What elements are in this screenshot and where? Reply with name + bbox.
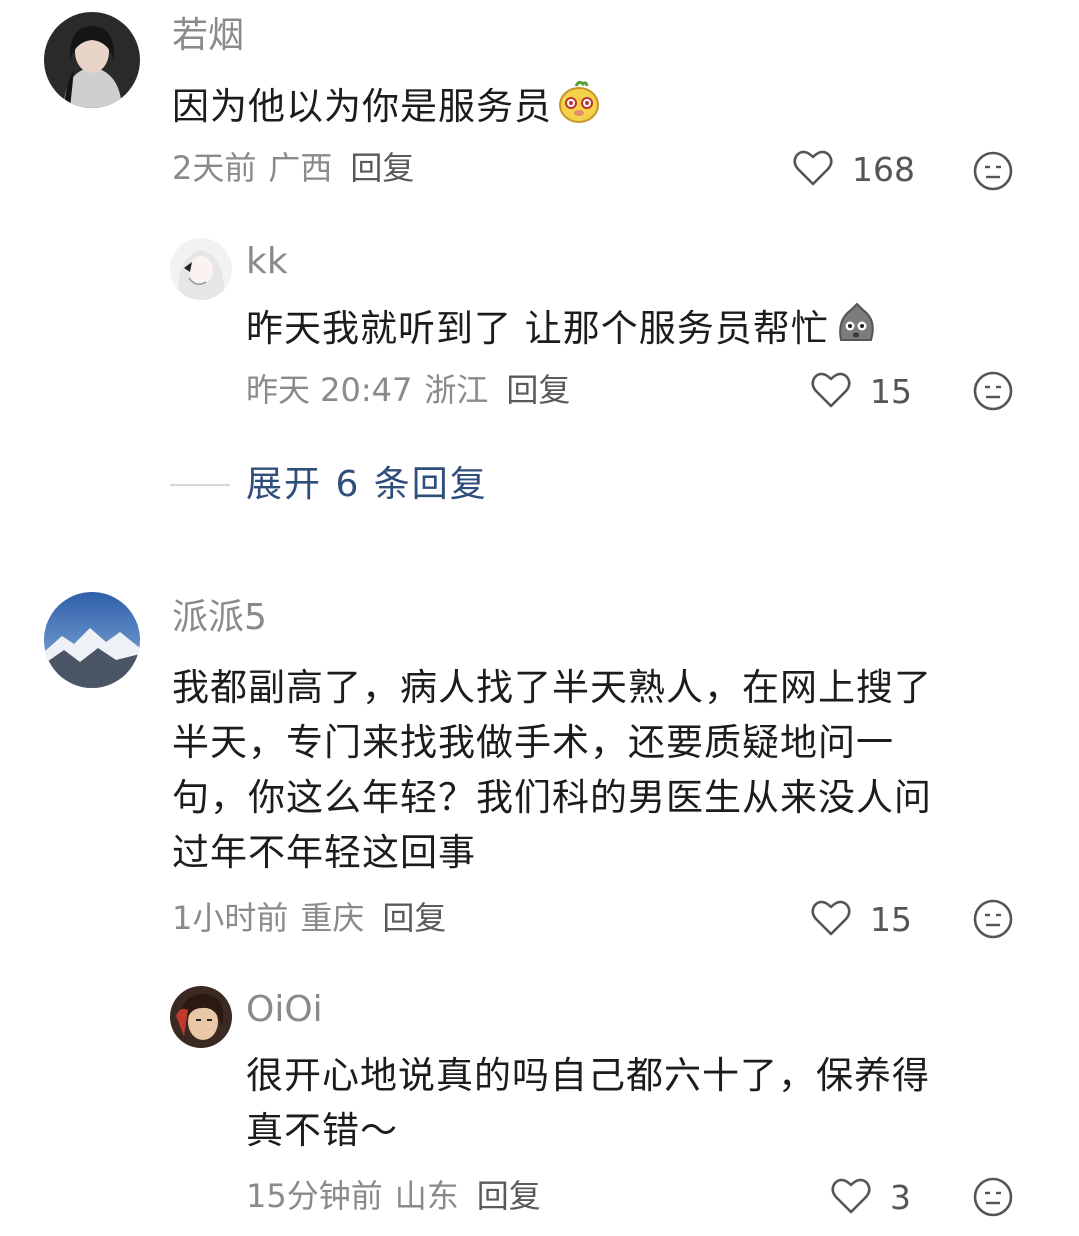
comment-location: 重庆 [300,899,365,937]
comment-text-content: 昨天我就听到了 让那个服务员帮忙 [246,307,829,350]
heart-outline-icon [810,370,852,414]
commenter-name[interactable]: kk [246,240,288,284]
like-button[interactable]: 15 [810,370,912,414]
heart-outline-icon [810,898,852,942]
commenter-name[interactable]: 若烟 [172,14,244,58]
dislike-button[interactable] [972,150,1014,196]
comment-text-line: 句，你这么年轻？我们科的男医生从来没人问 [172,776,932,819]
reply-button[interactable]: 回复 [382,899,446,937]
comment-meta: 15分钟前 山东 回复 [246,1176,541,1216]
comment-time: 昨天 20:47 [246,371,413,409]
comment-location: 广西 [268,149,333,187]
like-count: 15 [870,900,912,939]
avatar[interactable] [44,12,140,108]
reply-button[interactable]: 回复 [350,149,414,187]
avatar[interactable] [170,238,232,300]
dislike-button[interactable] [972,370,1014,416]
comment-text-line: 很开心地说真的吗自己都六十了，保养得 [246,1054,930,1097]
avatar[interactable] [44,592,140,688]
heart-outline-icon [792,148,834,192]
comment-text-line: 真不错～ [246,1109,398,1152]
comment-text-line: 我都副高了，病人找了半天熟人，在网上搜了 [172,666,932,709]
comment-meta: 昨天 20:47 浙江 回复 [246,370,570,410]
comment-meta: 2天前 广西 回复 [172,148,414,188]
like-count: 3 [890,1178,911,1217]
like-count: 15 [870,372,912,411]
comment-text: 我都副高了，病人找了半天熟人，在网上搜了 半天，专门来找我做手术，还要质疑地问一… [172,660,932,880]
dislike-button[interactable] [972,1176,1014,1222]
neutral-face-icon [972,371,1014,416]
like-button[interactable]: 15 [810,898,912,942]
comment-text: 昨天我就听到了 让那个服务员帮忙 [246,300,879,361]
avatar[interactable] [170,986,232,1048]
comment-text-line: 半天，专门来找我做手术，还要质疑地问一 [172,721,894,764]
reply-button[interactable]: 回复 [506,371,570,409]
gray-bag-face-emoji-icon [833,300,879,361]
reply-button[interactable]: 回复 [477,1177,541,1215]
comment-text: 很开心地说真的吗自己都六十了，保养得 真不错～ [246,1048,930,1158]
dislike-button[interactable] [972,898,1014,944]
like-button[interactable]: 3 [830,1176,911,1220]
commenter-name[interactable]: OiOi [246,988,323,1032]
commenter-name[interactable]: 派派5 [172,596,267,640]
comment-text: 因为他以为你是服务员 [172,78,602,139]
comment-text-content: 因为他以为你是服务员 [172,85,552,128]
potato-face-emoji-icon [556,78,602,139]
comment-location: 山东 [394,1177,459,1215]
comment-time: 15分钟前 [246,1177,383,1215]
heart-outline-icon [830,1176,872,1220]
like-count: 168 [852,150,915,189]
like-button[interactable]: 168 [792,148,915,192]
comment-time: 1小时前 [172,899,289,937]
comment-meta: 1小时前 重庆 回复 [172,898,446,938]
comment-time: 2天前 [172,149,257,187]
neutral-face-icon [972,1177,1014,1222]
divider [170,484,230,486]
neutral-face-icon [972,151,1014,196]
comment-text-line: 过年不年轻这回事 [172,831,476,874]
neutral-face-icon [972,899,1014,944]
expand-replies-button[interactable]: 展开 6 条回复 [170,460,488,510]
comment-location: 浙江 [424,371,489,409]
expand-replies-label: 展开 6 条回复 [246,464,488,505]
